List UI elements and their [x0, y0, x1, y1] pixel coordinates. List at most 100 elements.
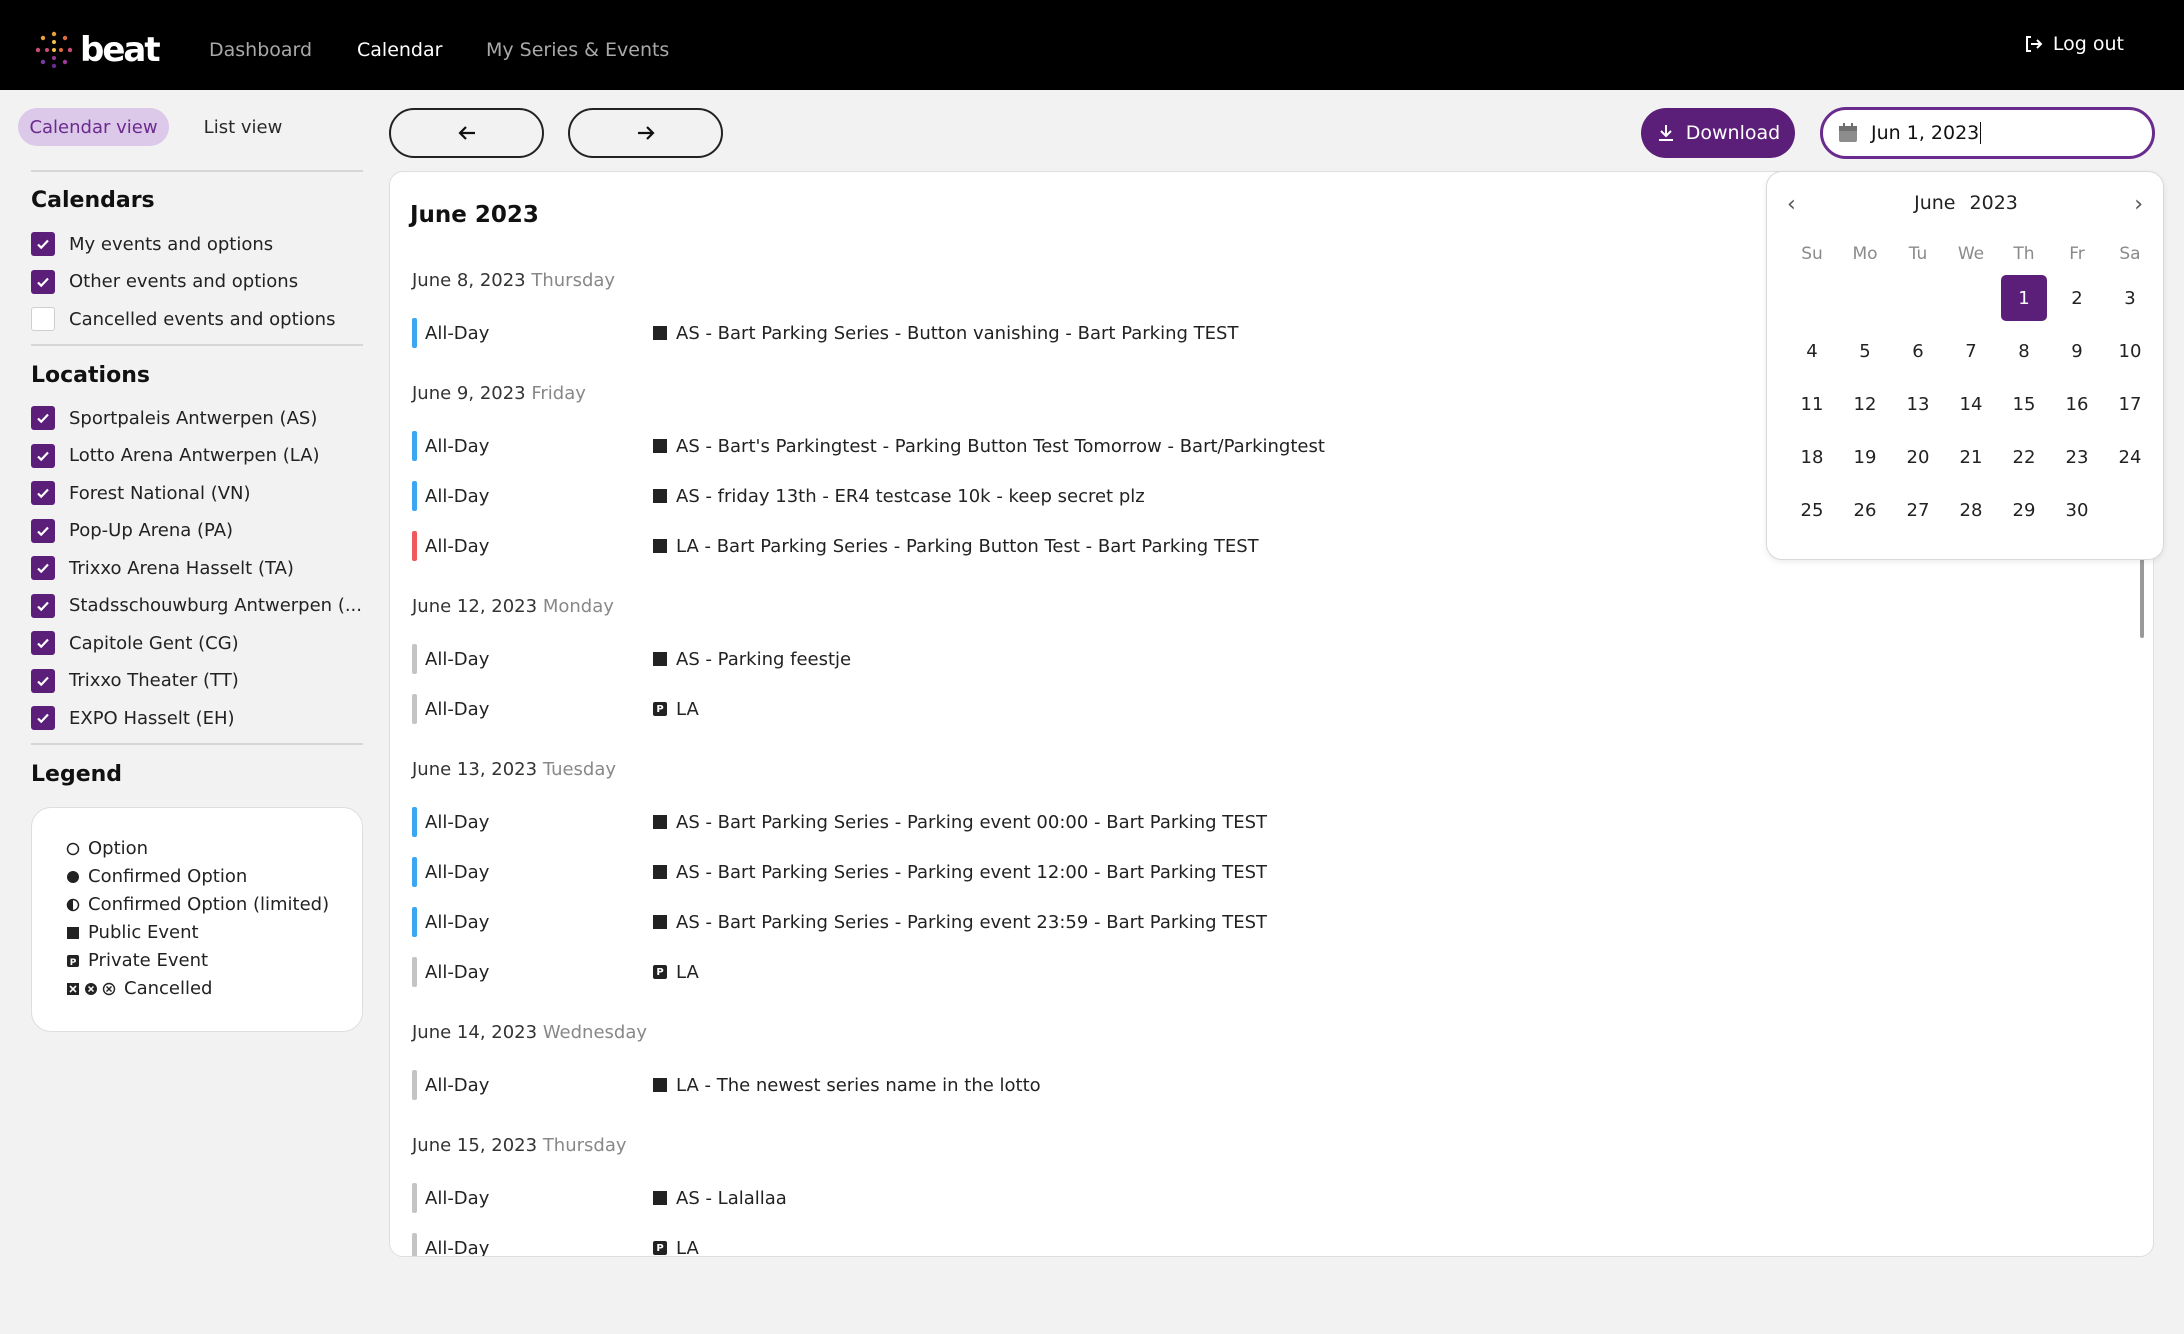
nav-my-series-events[interactable]: My Series & Events [486, 39, 669, 61]
nav-dashboard[interactable]: Dashboard [209, 39, 312, 61]
calendar-filter-row[interactable]: Cancelled events and options [31, 307, 335, 331]
checkbox-checked[interactable] [31, 481, 55, 505]
datepicker-day[interactable]: 12 [1842, 381, 1888, 427]
datepicker-day[interactable]: 14 [1948, 381, 1994, 427]
checkbox-checked[interactable] [31, 518, 55, 543]
nav-calendar[interactable]: Calendar [357, 39, 442, 61]
datepicker-day[interactable]: 25 [1789, 487, 1835, 533]
checkbox-checked[interactable] [31, 593, 55, 618]
weekday-label: Th [2013, 244, 2035, 264]
event-row[interactable]: All-Day AS - Bart's Parkingtest - Parking… [412, 431, 1325, 461]
datepicker-day[interactable]: 22 [2001, 434, 2047, 480]
public-event-icon [653, 652, 667, 666]
checkbox-unchecked[interactable] [31, 307, 55, 331]
confirmed-filled-circle-icon [66, 870, 80, 884]
event-row[interactable]: All-Day LA - Bart Parking Series - Parkin… [412, 531, 1259, 561]
event-status-bar [412, 1183, 417, 1213]
beat-logo[interactable]: beat [34, 30, 161, 70]
datepicker-day[interactable]: 15 [2001, 381, 2047, 427]
event-row[interactable]: All-Day P LA [412, 957, 699, 987]
event-row[interactable]: All-Day AS - Parking feestje [412, 644, 851, 674]
datepicker-day[interactable]: 8 [2001, 328, 2047, 374]
location-filter-row[interactable]: Trixxo Theater (TT) [31, 668, 239, 693]
datepicker-day[interactable]: 4 [1789, 328, 1835, 374]
datepicker-day[interactable]: 19 [1842, 434, 1888, 480]
event-title: AS - Bart Parking Series - Button vanish… [676, 322, 1239, 344]
datepicker-day[interactable]: 24 [2107, 434, 2153, 480]
datepicker-day[interactable]: 10 [2107, 328, 2153, 374]
datepicker-day[interactable]: 26 [1842, 487, 1888, 533]
datepicker-day[interactable]: 9 [2054, 328, 2100, 374]
checkbox-checked[interactable] [31, 232, 55, 256]
event-row[interactable]: All-Day LA - The newest series name in th… [412, 1070, 1041, 1100]
calendar-filter-row[interactable]: Other events and options [31, 269, 298, 294]
checkbox-checked[interactable] [31, 406, 55, 430]
checkbox-checked[interactable] [31, 556, 55, 580]
location-filter-row[interactable]: Lotto Arena Antwerpen (LA) [31, 443, 320, 468]
calendar-filter-row[interactable]: My events and options [31, 232, 273, 256]
event-row[interactable]: All-Day P LA [412, 694, 699, 724]
datepicker-month[interactable]: June [1914, 192, 1955, 214]
event-status-bar [412, 318, 417, 348]
calendar-filter-label: Cancelled events and options [69, 308, 336, 330]
datepicker-day[interactable]: 28 [1948, 487, 1994, 533]
calendar-filter-label: My events and options [69, 233, 274, 255]
event-row[interactable]: All-Day AS - Lalallaa [412, 1183, 787, 1213]
datepicker-day[interactable]: 30 [2054, 487, 2100, 533]
location-filter-label: Capitole Gent (CG) [69, 632, 239, 654]
event-row[interactable]: All-Day AS - friday 13th - ER4 testcase 1… [412, 481, 1145, 511]
datepicker-year[interactable]: 2023 [1970, 192, 2018, 214]
previous-button[interactable] [389, 108, 544, 158]
event-row[interactable]: All-Day AS - Bart Parking Series - Parkin… [412, 807, 1267, 837]
checkbox-checked[interactable] [31, 631, 55, 655]
download-icon [1658, 125, 1673, 141]
sidebar-divider [31, 344, 363, 346]
date-input[interactable]: Jun 1, 2023 [1820, 107, 2155, 159]
location-filter-row[interactable]: Forest National (VN) [31, 481, 251, 505]
checkbox-checked[interactable] [31, 706, 55, 730]
scrollbar-thumb[interactable] [2140, 548, 2144, 638]
datepicker-day[interactable]: 3 [2107, 275, 2153, 321]
datepicker-day-selected[interactable]: 1 [2001, 275, 2047, 321]
location-filter-row[interactable]: Pop-Up Arena (PA) [31, 518, 233, 543]
location-filter-row[interactable]: Trixxo Arena Hasselt (TA) [31, 556, 294, 580]
datepicker-day[interactable]: 21 [1948, 434, 1994, 480]
checkbox-checked[interactable] [31, 443, 55, 468]
datepicker-day[interactable]: 13 [1895, 381, 1941, 427]
location-filter-row[interactable]: EXPO Hasselt (EH) [31, 706, 235, 730]
calendar-view-toggle[interactable]: Calendar view [18, 108, 169, 146]
list-view-toggle[interactable]: List view [188, 108, 298, 146]
event-row[interactable]: All-Day P LA [412, 1233, 699, 1256]
location-filter-row[interactable]: Stadsschouwburg Antwerpen (... [31, 593, 362, 618]
datepicker-day[interactable]: 27 [1895, 487, 1941, 533]
event-row[interactable]: All-Day AS - Bart Parking Series - Parkin… [412, 857, 1267, 887]
location-filter-row[interactable]: Sportpaleis Antwerpen (AS) [31, 406, 317, 430]
event-status-bar [412, 1233, 417, 1256]
datepicker-day[interactable]: 23 [2054, 434, 2100, 480]
next-button[interactable] [568, 108, 723, 158]
download-button[interactable]: Download [1641, 108, 1795, 158]
datepicker-day[interactable]: 17 [2107, 381, 2153, 427]
event-status-bar [412, 694, 417, 724]
logout-button[interactable]: Log out [2023, 33, 2124, 55]
datepicker-day[interactable]: 20 [1895, 434, 1941, 480]
datepicker-day[interactable]: 18 [1789, 434, 1835, 480]
checkbox-checked[interactable] [31, 668, 55, 693]
datepicker-day[interactable]: 7 [1948, 328, 1994, 374]
public-square-icon [66, 926, 80, 940]
datepicker-day[interactable]: 16 [2054, 381, 2100, 427]
chevron-right-icon[interactable]: › [2134, 192, 2143, 217]
datepicker-day[interactable]: 11 [1789, 381, 1835, 427]
day-weekday: Wednesday [542, 1022, 648, 1043]
checkbox-checked[interactable] [31, 269, 55, 294]
datepicker-day[interactable]: 5 [1842, 328, 1888, 374]
weekday-label: Tu [1908, 244, 1928, 264]
cancelled-filled-circle-icon [85, 982, 97, 995]
logo-text: beat [80, 30, 161, 70]
datepicker-day[interactable]: 29 [2001, 487, 2047, 533]
location-filter-row[interactable]: Capitole Gent (CG) [31, 631, 239, 655]
event-row[interactable]: All-Day AS - Bart Parking Series - Button… [412, 318, 1238, 348]
datepicker-day[interactable]: 2 [2054, 275, 2100, 321]
datepicker-day[interactable]: 6 [1895, 328, 1941, 374]
event-row[interactable]: All-Day AS - Bart Parking Series - Parkin… [412, 907, 1267, 937]
